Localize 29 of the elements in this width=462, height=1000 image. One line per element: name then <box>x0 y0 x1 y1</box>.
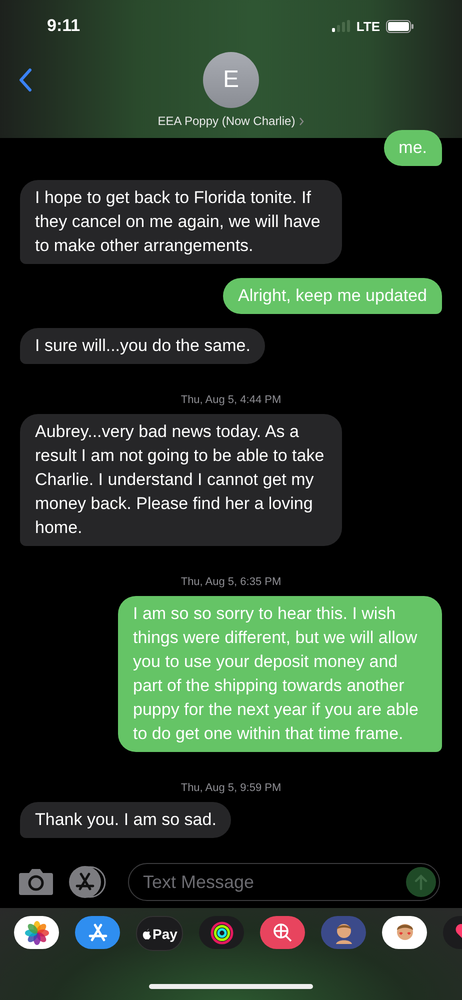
message-timestamp: Thu, Aug 5, 6:35 PM <box>180 576 282 588</box>
message-bar[interactable]: Text Message <box>128 863 440 901</box>
message-timestamp: Thu, Aug 5, 4:44 PM <box>180 394 282 406</box>
sent-message: Alright, keep me updated <box>222 278 442 314</box>
figure-app-icon[interactable] <box>321 916 366 949</box>
back-icon[interactable] <box>18 68 32 92</box>
received-message: Aubrey...very bad news today. As a result I am not going to be able to take Charlie. I understand I cannot get my money back. Please find her a loving home. <box>20 414 342 546</box>
camera-icon[interactable] <box>18 868 54 896</box>
globe-search-icon[interactable] <box>260 916 305 949</box>
received-message: I hope to get back to Florida tonite. If they cancel on me again, we will have to make other arrangements. <box>20 180 342 264</box>
figure-stickers-icon[interactable] <box>382 916 427 949</box>
status-time: 9:11 <box>47 16 80 36</box>
pay-app-button[interactable]: Pay <box>136 916 183 951</box>
photos-app-icon[interactable] <box>14 916 59 949</box>
sent-message: me. <box>384 130 442 166</box>
contact-name[interactable]: EEA Poppy (Now Charlie) <box>158 114 296 128</box>
chevron-icon <box>299 116 304 126</box>
battery-icon <box>386 20 414 32</box>
sent-message: I am so so sorry to hear this. I wish things were different, but we will allow you to use your deposit money and part of the shipping towards another puppy for the next year if you are able to do get one within that time frame. <box>118 596 442 752</box>
rings-app-icon[interactable] <box>199 916 244 949</box>
message-timestamp: Thu, Aug 5, 9:59 PM <box>180 782 282 794</box>
message-input-field[interactable]: Text Message <box>143 867 406 897</box>
signal-icon <box>332 20 350 32</box>
send-button[interactable] <box>406 867 436 897</box>
network-label: LTE <box>356 18 380 34</box>
arrow-up-icon <box>414 874 428 890</box>
received-message: I sure will...you do the same. <box>20 328 266 364</box>
app-store-icon[interactable] <box>75 916 120 949</box>
received-message: Thank you. I am so sad. <box>20 802 232 838</box>
